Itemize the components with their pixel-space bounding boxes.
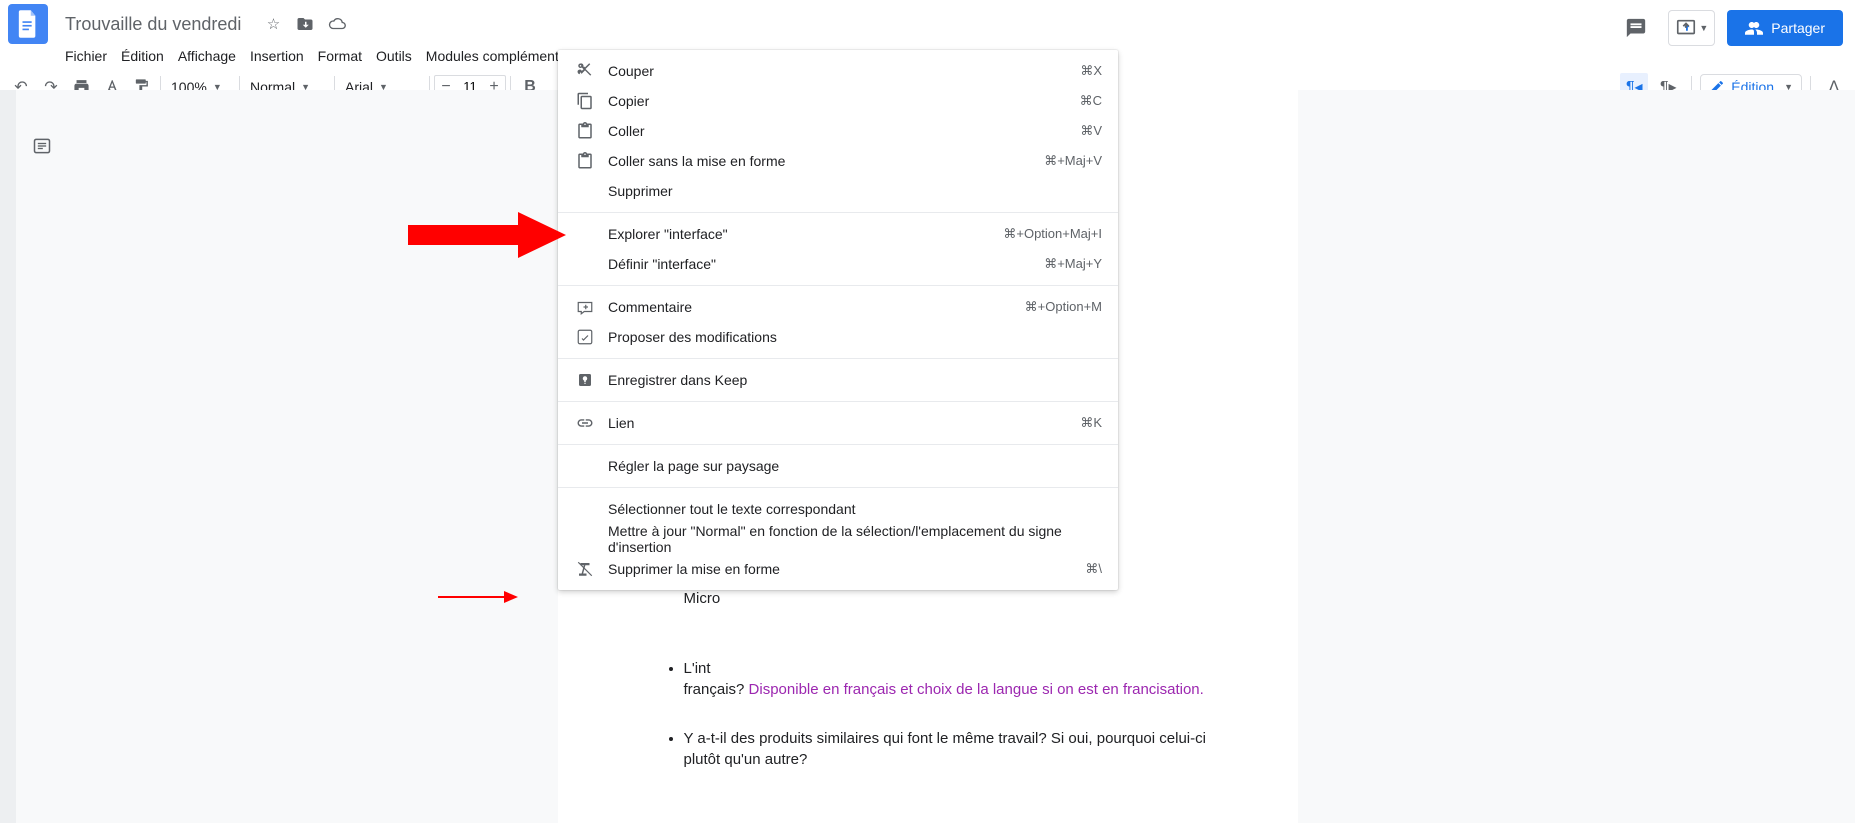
context-menu: Couper ⌘X Copier ⌘C Coller ⌘V Coller san…	[558, 50, 1118, 590]
context-define[interactable]: Définir "interface" ⌘+Maj+Y	[558, 249, 1118, 279]
cut-icon	[574, 62, 596, 80]
title-bar: Trouvaille du vendredi ☆ ▼ Partager	[0, 0, 1855, 44]
copy-icon	[574, 92, 596, 110]
header-actions: ▼ Partager	[1616, 8, 1843, 48]
context-landscape[interactable]: Régler la page sur paysage	[558, 451, 1118, 481]
context-explore[interactable]: Explorer "interface" ⌘+Option+Maj+I	[558, 219, 1118, 249]
context-suggest[interactable]: Proposer des modifications	[558, 322, 1118, 352]
share-button[interactable]: Partager	[1727, 10, 1843, 46]
context-paste[interactable]: Coller ⌘V	[558, 116, 1118, 146]
menu-tools[interactable]: Outils	[369, 46, 419, 66]
context-clear-format[interactable]: Supprimer la mise en forme ⌘\	[558, 554, 1118, 584]
document-title[interactable]: Trouvaille du vendredi	[58, 11, 248, 38]
share-label: Partager	[1771, 20, 1825, 36]
docs-icon[interactable]	[8, 4, 48, 44]
context-shortcut: ⌘X	[1080, 63, 1102, 79]
context-copy[interactable]: Copier ⌘C	[558, 86, 1118, 116]
present-button[interactable]: ▼	[1668, 10, 1715, 46]
paste-icon	[574, 122, 596, 140]
annotation-arrow-small	[438, 590, 518, 604]
context-select-match[interactable]: Sélectionner tout le texte correspondant	[558, 494, 1118, 524]
context-comment[interactable]: Commentaire ⌘+Option+M	[558, 292, 1118, 322]
context-link[interactable]: Lien ⌘K	[558, 408, 1118, 438]
menu-insert[interactable]: Insertion	[243, 46, 311, 66]
paste-plain-icon	[574, 152, 596, 170]
list-item: L'intfrançais? Disponible en français et…	[684, 658, 1208, 700]
menu-edit[interactable]: Édition	[114, 46, 171, 66]
link-icon	[574, 414, 596, 432]
context-update-normal[interactable]: Mettre à jour "Normal" en fonction de la…	[558, 524, 1118, 554]
context-separator	[558, 212, 1118, 213]
context-cut[interactable]: Couper ⌘X	[558, 56, 1118, 86]
vertical-ruler[interactable]	[0, 90, 16, 823]
context-paste-plain[interactable]: Coller sans la mise en forme ⌘+Maj+V	[558, 146, 1118, 176]
context-delete[interactable]: Supprimer	[558, 176, 1118, 206]
suggest-icon	[574, 328, 596, 346]
comment-icon	[574, 298, 596, 316]
move-icon[interactable]	[296, 15, 314, 33]
clear-format-icon	[574, 560, 596, 578]
star-icon[interactable]: ☆	[264, 15, 282, 33]
keep-icon	[574, 371, 596, 389]
cloud-icon[interactable]	[328, 15, 346, 33]
list-item: Y a-t-il des produits similaires qui fon…	[684, 728, 1208, 770]
menu-file[interactable]: Fichier	[58, 46, 114, 66]
comments-icon[interactable]	[1616, 8, 1656, 48]
context-label: Couper	[608, 63, 1080, 79]
menu-view[interactable]: Affichage	[171, 46, 243, 66]
outline-toggle[interactable]	[24, 128, 60, 164]
annotation-arrow-big	[408, 210, 568, 260]
context-keep[interactable]: Enregistrer dans Keep	[558, 365, 1118, 395]
menu-format[interactable]: Format	[311, 46, 369, 66]
